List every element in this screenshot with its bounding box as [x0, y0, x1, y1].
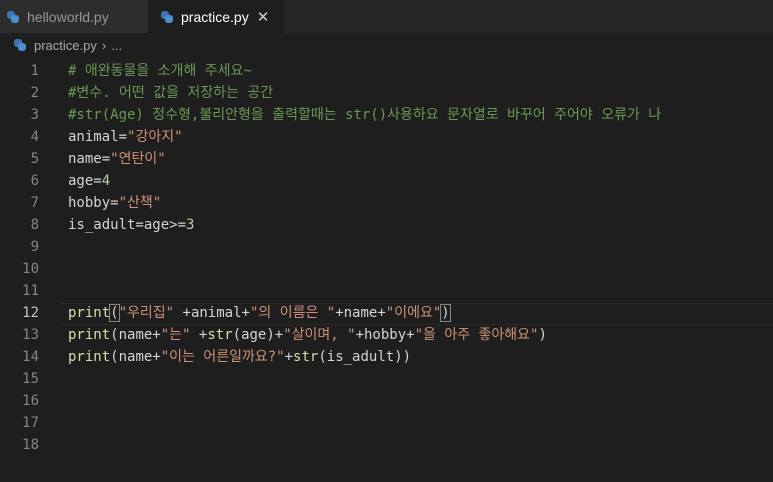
- chevron-right-icon: ›: [101, 37, 107, 53]
- line-number: 2: [30, 85, 39, 101]
- tab-practice[interactable]: practice.py ✕: [148, 0, 284, 33]
- code-line: 4 animal="강아지": [0, 126, 773, 148]
- code-line: 8 is_adult=age>=3: [0, 214, 773, 236]
- line-number: 10: [22, 261, 39, 277]
- code-line: 2 #변수. 어떤 값을 저장하는 공간: [0, 82, 773, 104]
- tab-bar: helloworld.py practice.py ✕: [0, 0, 773, 33]
- code-line: 11: [0, 280, 773, 302]
- tab-label: helloworld.py: [27, 8, 109, 25]
- code-line: 17: [0, 412, 773, 434]
- line-text: #변수. 어떤 값을 저장하는 공간: [68, 85, 274, 101]
- breadcrumb-symbol[interactable]: ...: [111, 38, 122, 53]
- code-line: 15: [0, 368, 773, 390]
- code-line: 10: [0, 258, 773, 280]
- line-number: 5: [30, 151, 39, 167]
- line-text: print(name+"이는 어른일까요?"+str(is_adult)): [68, 349, 412, 365]
- line-number: 6: [30, 173, 39, 189]
- line-number: 8: [30, 217, 39, 233]
- bracket-match: ): [440, 304, 451, 322]
- line-text: name="연탄이": [68, 151, 166, 167]
- line-text: #str(Age) 정수형,불리안형을 출력할때는 str()사용하요 문자열로…: [68, 107, 662, 123]
- code-line: 14 print(name+"이는 어른일까요?"+str(is_adult)): [0, 346, 773, 368]
- breadcrumb-file[interactable]: practice.py: [34, 38, 97, 53]
- code-line: 1 # 애완동물을 소개해 주세요~: [0, 60, 773, 82]
- line-number: 16: [22, 393, 39, 409]
- line-number: 13: [22, 327, 39, 343]
- line-number: 17: [22, 415, 39, 431]
- line-number: 12: [22, 305, 39, 321]
- close-icon[interactable]: ✕: [257, 8, 270, 26]
- code-line: 18: [0, 434, 773, 456]
- code-line: 3 #str(Age) 정수형,불리안형을 출력할때는 str()사용하요 문자열…: [0, 104, 773, 126]
- line-text: print("우리집" +animal+"의 이름은 "+name+"이에요"): [68, 304, 451, 322]
- line-number: 4: [30, 129, 39, 145]
- tab-label: practice.py: [181, 8, 249, 25]
- breadcrumb: practice.py › ...: [0, 34, 773, 56]
- code-line: 13 print(name+"는" +str(age)+"살이며, "+hobby…: [0, 324, 773, 346]
- line-text: hobby="산책": [68, 195, 162, 211]
- line-number: 9: [30, 239, 39, 255]
- tab-helloworld[interactable]: helloworld.py: [0, 0, 148, 33]
- line-number: 15: [22, 371, 39, 387]
- code-line: 16: [0, 390, 773, 412]
- line-number: 7: [30, 195, 39, 211]
- line-text: is_adult=age>=3: [68, 217, 195, 233]
- line-number: 11: [22, 283, 39, 299]
- line-number: 1: [30, 63, 39, 79]
- code-editor[interactable]: 1 # 애완동물을 소개해 주세요~ 2 #변수. 어떤 값을 저장하는 공간 3 #…: [0, 60, 773, 482]
- line-text: print(name+"는" +str(age)+"살이며, "+hobby+"…: [68, 327, 547, 343]
- code-line: 7 hobby="산책": [0, 192, 773, 214]
- line-number: 18: [22, 437, 39, 453]
- code-line: 9: [0, 236, 773, 258]
- python-file-icon: [7, 10, 19, 23]
- code-line-current: 12 print("우리집" +animal+"의 이름은 "+name+"이에요…: [0, 302, 773, 324]
- code-line: 5 name="연탄이": [0, 148, 773, 170]
- code-line: 6 age=4: [0, 170, 773, 192]
- line-number: 14: [22, 349, 39, 365]
- python-file-icon: [161, 10, 173, 23]
- line-text: animal="강아지": [68, 129, 183, 145]
- line-number: 3: [30, 107, 39, 123]
- bracket-match: (: [109, 304, 120, 322]
- line-text: age=4: [68, 173, 111, 189]
- python-file-icon: [14, 39, 26, 51]
- line-text: # 애완동물을 소개해 주세요~: [68, 63, 252, 79]
